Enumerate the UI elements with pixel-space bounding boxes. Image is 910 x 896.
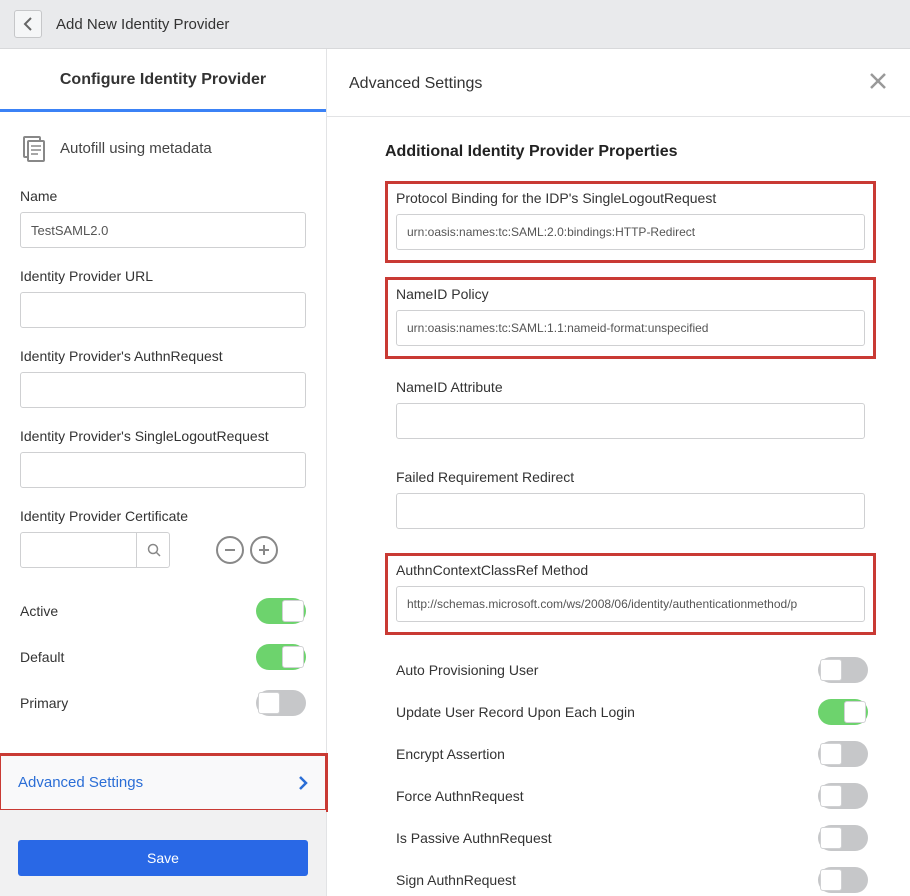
cert-search-button[interactable] — [136, 532, 170, 568]
idp-url-input[interactable] — [20, 292, 306, 328]
is-passive-toggle[interactable] — [818, 825, 868, 851]
idp-slo-input[interactable] — [20, 452, 306, 488]
auto-prov-label: Auto Provisioning User — [396, 662, 538, 678]
encrypt-toggle[interactable] — [818, 741, 868, 767]
idp-cert-label: Identity Provider Certificate — [20, 508, 306, 524]
protocol-binding-label: Protocol Binding for the IDP's SingleLog… — [396, 190, 865, 206]
active-toggle[interactable] — [256, 598, 306, 624]
idp-url-label: Identity Provider URL — [20, 268, 306, 284]
search-icon — [147, 543, 161, 557]
autofill-metadata-button[interactable]: Autofill using metadata — [20, 134, 306, 162]
chevron-left-icon — [23, 17, 33, 31]
back-button[interactable] — [14, 10, 42, 38]
primary-label: Primary — [20, 695, 68, 711]
auto-prov-toggle[interactable] — [818, 657, 868, 683]
right-panel: Advanced Settings Additional Identity Pr… — [327, 49, 910, 896]
encrypt-label: Encrypt Assertion — [396, 746, 505, 762]
close-button[interactable] — [868, 71, 888, 96]
authn-ctx-label: AuthnContextClassRef Method — [396, 562, 865, 578]
minus-icon — [223, 543, 237, 557]
cert-remove-button[interactable] — [216, 536, 244, 564]
idp-authn-label: Identity Provider's AuthnRequest — [20, 348, 306, 364]
nameid-attr-label: NameID Attribute — [396, 379, 865, 395]
left-panel-header: Configure Identity Provider — [0, 49, 326, 112]
active-label: Active — [20, 603, 58, 619]
topbar: Add New Identity Provider — [0, 0, 910, 49]
advanced-settings-title: Advanced Settings — [349, 75, 482, 93]
name-label: Name — [20, 188, 306, 204]
nameid-attr-input[interactable] — [396, 403, 865, 439]
is-passive-label: Is Passive AuthnRequest — [396, 830, 552, 846]
idp-slo-label: Identity Provider's SingleLogoutRequest — [20, 428, 306, 444]
idp-authn-input[interactable] — [20, 372, 306, 408]
save-button[interactable]: Save — [18, 840, 308, 876]
nameid-policy-label: NameID Policy — [396, 286, 865, 302]
close-icon — [868, 71, 888, 91]
configure-idp-title: Configure Identity Provider — [0, 71, 326, 89]
sign-authn-toggle[interactable] — [818, 867, 868, 893]
autofill-label: Autofill using metadata — [60, 140, 212, 157]
chevron-right-icon — [298, 775, 308, 791]
cert-add-button[interactable] — [250, 536, 278, 564]
sign-authn-label: Sign AuthnRequest — [396, 872, 516, 888]
failed-redirect-label: Failed Requirement Redirect — [396, 469, 865, 485]
plus-icon — [257, 543, 271, 557]
update-user-toggle[interactable] — [818, 699, 868, 725]
force-authn-label: Force AuthnRequest — [396, 788, 524, 804]
update-user-label: Update User Record Upon Each Login — [396, 704, 635, 720]
default-toggle[interactable] — [256, 644, 306, 670]
default-label: Default — [20, 649, 64, 665]
nameid-policy-input[interactable] — [396, 310, 865, 346]
failed-redirect-input[interactable] — [396, 493, 865, 529]
document-icon — [20, 134, 48, 162]
name-input[interactable] — [20, 212, 306, 248]
authn-ctx-input[interactable] — [396, 586, 865, 622]
additional-props-title: Additional Identity Provider Properties — [385, 143, 876, 161]
force-authn-toggle[interactable] — [818, 783, 868, 809]
advanced-settings-button[interactable]: Advanced Settings — [0, 755, 326, 810]
left-panel: Configure Identity Provider Autofill usi… — [0, 49, 327, 896]
primary-toggle[interactable] — [256, 690, 306, 716]
protocol-binding-input[interactable] — [396, 214, 865, 250]
advanced-settings-label: Advanced Settings — [18, 774, 143, 791]
page-title: Add New Identity Provider — [56, 16, 229, 33]
